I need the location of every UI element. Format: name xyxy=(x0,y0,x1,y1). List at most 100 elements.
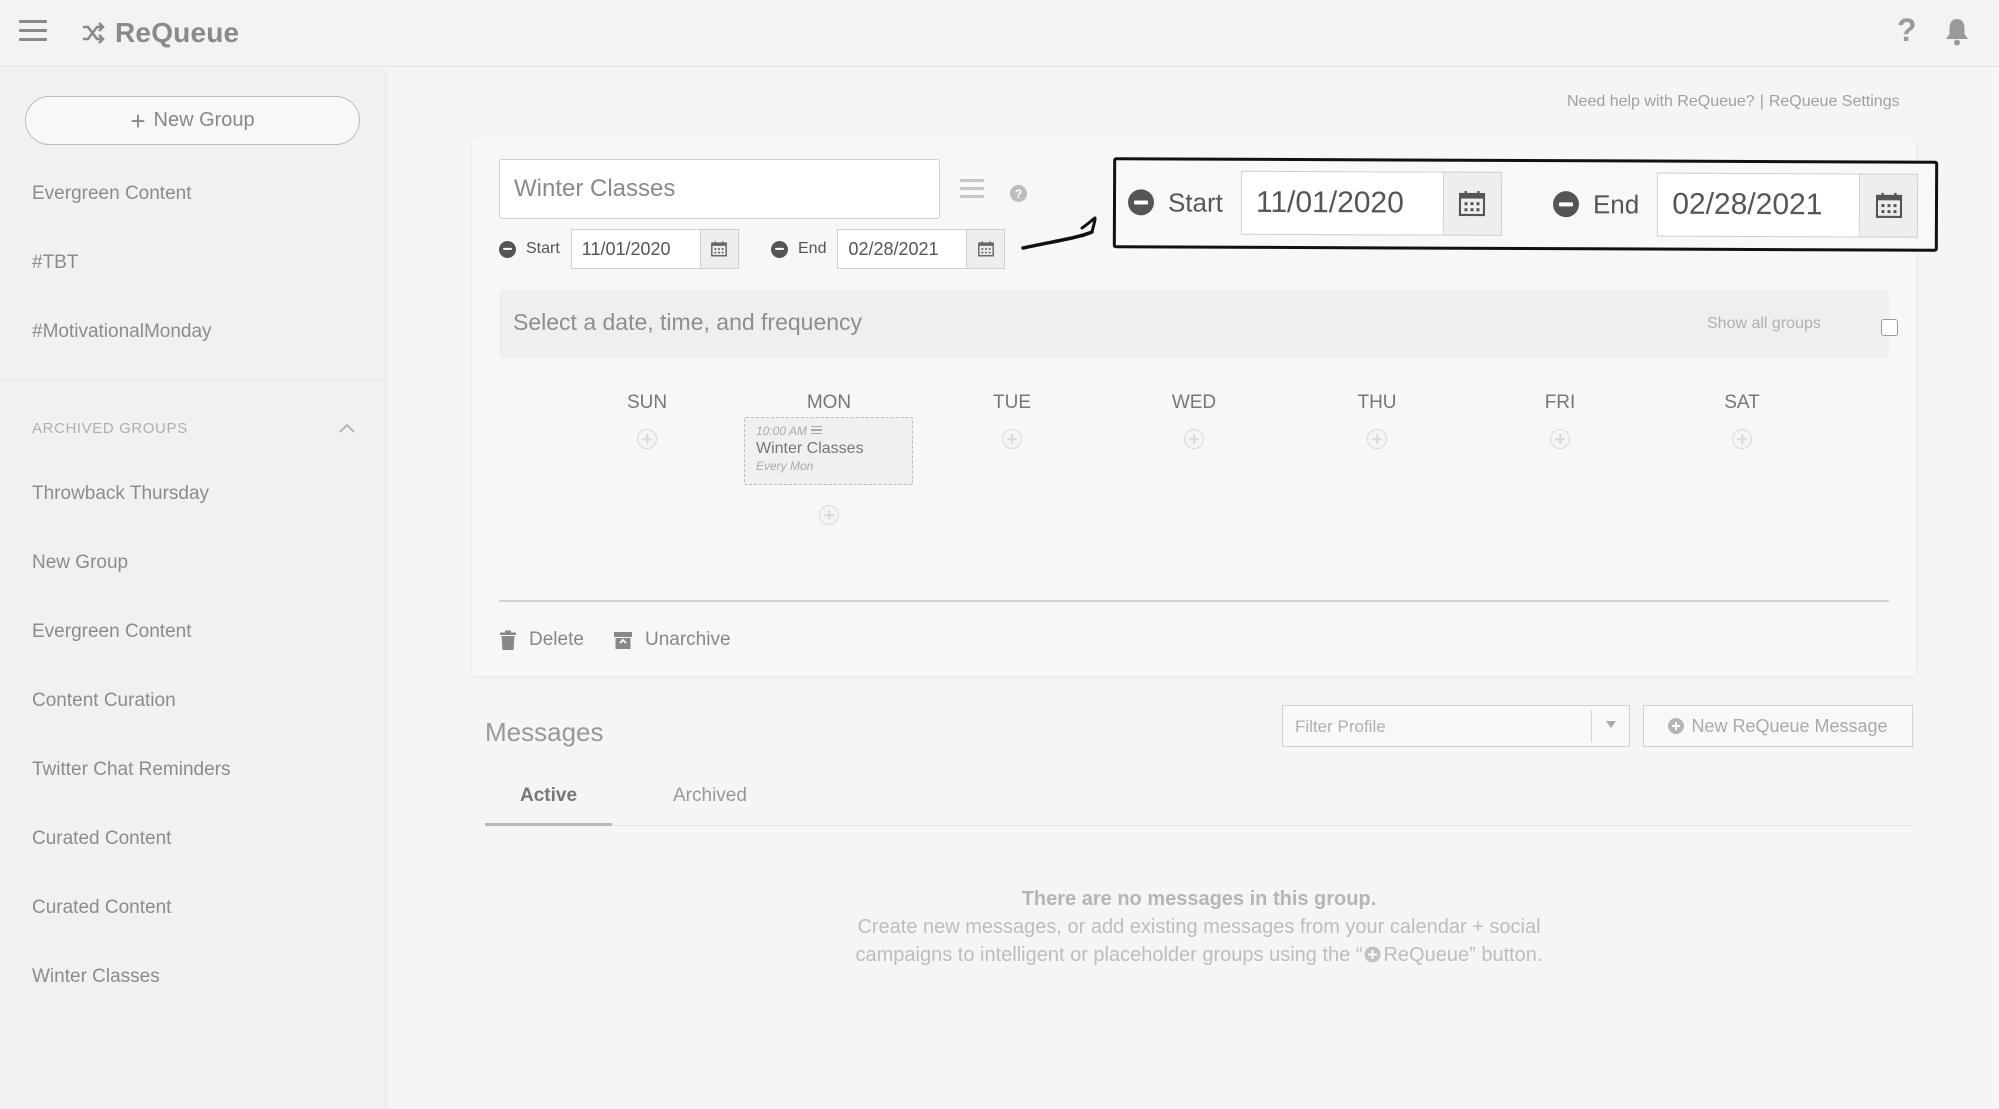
minus-circle-icon[interactable] xyxy=(1552,191,1580,218)
unarchive-button[interactable]: Unarchive xyxy=(613,629,731,651)
link-separator: | xyxy=(1759,93,1764,110)
app-name: ReQueue xyxy=(115,17,240,48)
event-frequency: Every Mon xyxy=(756,459,814,473)
day-header-mon: MON xyxy=(806,392,852,413)
archived-group-item[interactable]: Content Curation xyxy=(32,690,176,712)
add-slot-sun-icon[interactable] xyxy=(637,429,657,449)
brand[interactable]: ReQueue xyxy=(80,14,239,52)
empty-state-title: There are no messages in this group. xyxy=(1021,888,1377,910)
day-header-sun: SUN xyxy=(626,392,668,413)
caret-down-icon xyxy=(1606,721,1616,728)
filter-profile-placeholder: Filter Profile xyxy=(1295,717,1386,736)
delete-label: Delete xyxy=(529,629,584,650)
sidebar-divider xyxy=(0,380,388,381)
event-title: Winter Classes xyxy=(756,440,864,457)
sidebar-group-item[interactable]: #TBT xyxy=(32,252,78,274)
callout-start-date-input[interactable] xyxy=(1240,170,1445,236)
menu-icon[interactable] xyxy=(19,20,47,44)
new-requeue-message-button[interactable]: New ReQueue Message xyxy=(1643,705,1913,747)
schedule-event-card[interactable]: 10:00 AM Winter Classes Every Mon xyxy=(744,417,913,485)
plus-icon: + xyxy=(130,105,146,136)
archived-group-item[interactable]: Curated Content xyxy=(32,897,171,919)
archived-group-item[interactable]: Winter Classes xyxy=(32,966,160,988)
tab-active[interactable]: Active xyxy=(520,785,577,807)
tab-archived[interactable]: Archived xyxy=(673,785,747,807)
new-group-button[interactable]: + New Group xyxy=(25,96,360,145)
callout-start-calendar-button[interactable] xyxy=(1443,171,1503,236)
show-all-groups-label: Show all groups xyxy=(1707,315,1821,332)
shuffle-icon xyxy=(83,22,105,44)
chevron-up-icon[interactable] xyxy=(338,422,356,434)
sidebar-group-item[interactable]: Evergreen Content xyxy=(32,183,192,205)
help-icon[interactable]: ? xyxy=(1897,12,1917,49)
unarchive-label: Unarchive xyxy=(645,629,731,650)
empty-state: There are no messages in this group. Cre… xyxy=(815,885,1583,969)
sidebar-group-item[interactable]: #MotivationalMonday xyxy=(32,321,212,343)
tabs-rule xyxy=(485,825,1913,826)
select-divider xyxy=(1591,710,1592,742)
add-slot-wed-icon[interactable] xyxy=(1184,429,1204,449)
filter-profile-select[interactable]: Filter Profile xyxy=(1282,705,1630,747)
day-header-wed: WED xyxy=(1171,392,1217,413)
day-header-tue: TUE xyxy=(993,392,1031,413)
start-label: Start xyxy=(526,240,560,257)
date-range-callout: Start End xyxy=(1112,157,1939,252)
start-date-input[interactable] xyxy=(570,229,701,269)
new-group-label: New Group xyxy=(153,109,255,131)
start-date-row: Start xyxy=(499,229,739,269)
plus-circle-icon xyxy=(1668,718,1685,734)
archived-group-item[interactable]: Evergreen Content xyxy=(32,621,192,643)
callout-end-date-input[interactable] xyxy=(1657,172,1861,238)
event-time-row: 10:00 AM xyxy=(756,424,901,438)
settings-link[interactable]: ReQueue Settings xyxy=(1769,93,1900,110)
empty-state-text-button: ReQueue xyxy=(1383,944,1470,966)
archive-box-icon xyxy=(614,631,632,649)
end-calendar-button[interactable] xyxy=(967,229,1006,269)
frequency-prompt: Select a date, time, and frequency xyxy=(513,309,863,335)
card-divider xyxy=(499,600,1889,602)
add-slot-fri-icon[interactable] xyxy=(1550,429,1570,449)
day-header-thu: THU xyxy=(1357,392,1397,413)
add-slot-mon-icon[interactable] xyxy=(819,505,839,525)
callout-end-label: End xyxy=(1592,188,1640,219)
callout-start-label: Start xyxy=(1167,186,1223,218)
event-time: 10:00 AM xyxy=(756,424,807,438)
archived-group-item[interactable]: Curated Content xyxy=(32,828,171,850)
end-label: End xyxy=(798,240,827,257)
group-name-input[interactable] xyxy=(499,159,940,219)
sidebar: + New Group Evergreen Content #TBT #Moti… xyxy=(0,68,388,1109)
help-link[interactable]: Need help with ReQueue? xyxy=(1567,93,1755,110)
minus-circle-icon[interactable] xyxy=(771,240,788,258)
archived-group-item[interactable]: Throwback Thursday xyxy=(32,483,209,505)
active-tab-indicator xyxy=(485,823,612,826)
add-slot-thu-icon[interactable] xyxy=(1367,429,1387,449)
minus-circle-icon[interactable] xyxy=(1127,189,1155,216)
trash-icon xyxy=(500,630,516,650)
archived-groups-label: ARCHIVED GROUPS xyxy=(32,419,188,437)
plus-circle-icon xyxy=(1364,946,1381,963)
start-calendar-button[interactable] xyxy=(700,229,739,269)
add-slot-tue-icon[interactable] xyxy=(1002,429,1022,449)
add-slot-sat-icon[interactable] xyxy=(1732,429,1752,449)
empty-state-text-after: ” button. xyxy=(1469,944,1543,966)
menu-lines-icon xyxy=(810,425,822,437)
bell-icon[interactable] xyxy=(1943,16,1971,46)
delete-button[interactable]: Delete xyxy=(499,629,584,651)
archived-groups-header[interactable]: ARCHIVED GROUPS xyxy=(32,416,356,440)
day-header-fri: FRI xyxy=(1544,392,1576,413)
archived-group-item[interactable]: Twitter Chat Reminders xyxy=(32,759,231,781)
callout-end-calendar-button[interactable] xyxy=(1860,173,1919,238)
minus-circle-icon[interactable] xyxy=(499,240,516,258)
question-icon[interactable]: ? xyxy=(1010,185,1027,202)
end-date-input[interactable] xyxy=(837,229,968,269)
show-all-groups-checkbox[interactable] xyxy=(1881,319,1898,336)
frequency-bar[interactable]: Select a date, time, and frequency Show … xyxy=(499,290,1898,358)
callout-start-row: Start xyxy=(1127,170,1503,236)
new-requeue-message-label: New ReQueue Message xyxy=(1691,715,1888,736)
top-bar: ReQueue ? xyxy=(0,0,1999,67)
calendar-icon xyxy=(1875,192,1902,218)
callout-end-row: End xyxy=(1552,172,1919,238)
header-links: Need help with ReQueue? | ReQueue Settings xyxy=(1567,93,1900,111)
menu-lines-icon[interactable] xyxy=(960,179,984,203)
archived-group-item[interactable]: New Group xyxy=(32,552,128,574)
